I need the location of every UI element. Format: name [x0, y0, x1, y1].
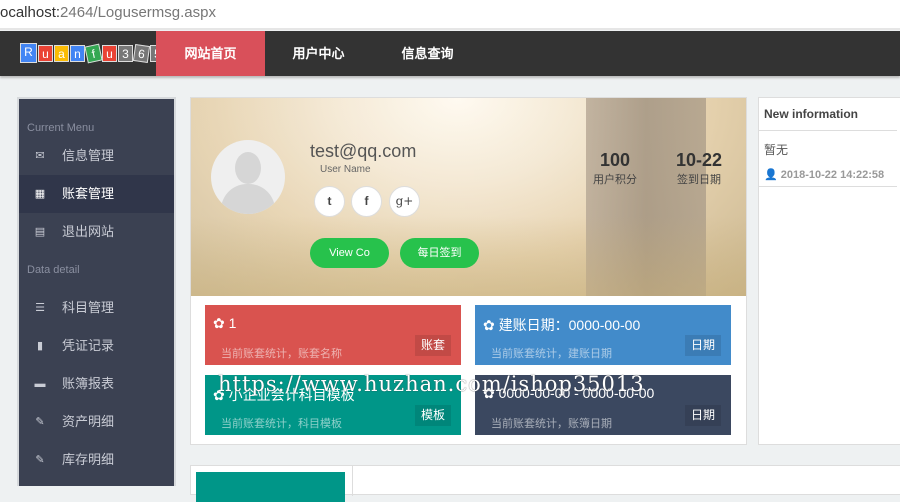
card-desc: 当前账套统计，建账日期	[491, 348, 612, 360]
briefcase-icon: ▬	[34, 378, 46, 390]
sidebar-item-logout[interactable]: ▤ 退出网站	[19, 213, 174, 251]
sidebar-item-label: 信息管理	[62, 148, 115, 163]
sidebar-section-title: Data detail	[27, 264, 80, 276]
sidebar: Current Menu ✉ 信息管理 ▦ 账套管理 ▤ 退出网站 Data deta…	[17, 97, 176, 486]
gear-icon: ✿	[483, 385, 499, 401]
facebook-icon[interactable]: f	[351, 186, 382, 217]
sidebar-item-inventory[interactable]: ✎ 库存明细	[19, 441, 174, 479]
stat-label: 用户积分	[593, 174, 637, 186]
daily-signin-button[interactable]: 每日签到	[400, 238, 479, 268]
avatar	[211, 140, 285, 214]
nav-tab-user-center[interactable]: 用户中心	[264, 31, 373, 76]
card-account-name[interactable]: ✿ 1 当前账套统计，账套名称 账套	[205, 305, 461, 365]
edit-icon: ✎	[35, 416, 45, 428]
url-path: 2464/Logusermsg.aspx	[60, 4, 216, 21]
logo-letter: u	[38, 44, 53, 62]
file-icon: ▮	[36, 340, 44, 352]
sidebar-item-vouchers[interactable]: ▮ 凭证记录	[19, 327, 174, 365]
logo-letter: 6	[132, 43, 151, 63]
card-badge: 日期	[684, 335, 721, 356]
card-create-date[interactable]: ✿ 建账日期：0000-00-00 当前账套统计，建账日期 日期	[475, 305, 731, 365]
card-title: 1	[228, 315, 237, 331]
logo-letter: a	[54, 44, 69, 62]
url-host: ocalhost:	[0, 4, 61, 21]
signin-date: 10-22 签到日期	[669, 150, 729, 187]
logo-letter: R	[20, 43, 37, 63]
user-icon: 👤	[764, 169, 781, 181]
nav-tab-home[interactable]: 网站首页	[156, 31, 265, 76]
sidebar-item-label: 科目管理	[62, 300, 115, 315]
edit-icon: ✎	[35, 454, 45, 466]
news-title: New information	[759, 98, 897, 131]
news-datetime: 2018-10-22 14:22:58	[780, 169, 885, 181]
list-icon: ☰	[35, 302, 45, 314]
sidebar-item-label: 账簿报表	[62, 376, 115, 391]
news-text: 暂无	[764, 143, 789, 157]
nav-tab-info-query[interactable]: 信息查询	[373, 31, 482, 76]
logo-letter: f	[84, 43, 103, 63]
sidebar-item-assets[interactable]: ✎ 资产明细	[19, 403, 174, 441]
user-points: 100 用户积分	[585, 150, 645, 187]
view-button[interactable]: View Co	[310, 238, 389, 268]
news-date: 👤 2018-10-22 14:22:58	[759, 158, 897, 187]
logo[interactable]: R u a n f u 3 6 5	[20, 37, 166, 69]
top-navbar: R u a n f u 3 6 5 网站首页 用户中心 信息查询	[0, 31, 900, 76]
twitter-icon[interactable]: t	[314, 186, 345, 217]
card-ledger-date[interactable]: ✿ 0000-00-00 - 0000-00-00 当前账套统计，账簿日期 日期	[475, 375, 731, 435]
stat-value: 100	[599, 150, 631, 170]
card-badge: 日期	[684, 405, 721, 426]
card-desc: 当前账套统计，科目模板	[221, 418, 342, 430]
sidebar-item-label: 资产明细	[62, 414, 115, 429]
sidebar-item-label: 库存明细	[62, 452, 115, 467]
logo-letter: 3	[118, 44, 133, 62]
calendar-icon: ▤	[34, 226, 46, 238]
sidebar-item-label: 凭证记录	[62, 338, 115, 353]
sidebar-item-label: 账套管理	[62, 186, 115, 201]
logo-letter: u	[102, 44, 117, 62]
card-badge: 模板	[414, 405, 451, 426]
sidebar-item-subjects[interactable]: ☰ 科目管理	[19, 289, 174, 327]
sidebar-item-info[interactable]: ✉ 信息管理	[19, 137, 174, 175]
card-title: 建账日期：0000-00-00	[498, 317, 641, 333]
sidebar-item-ledger[interactable]: ▬ 账簿报表	[19, 365, 174, 403]
stat-value: 10-22	[675, 150, 723, 170]
card-desc: 当前账套统计，账套名称	[221, 348, 342, 360]
sidebar-item-accounts[interactable]: ▦ 账套管理	[19, 175, 174, 213]
sidebar-section-title: Current Menu	[27, 122, 95, 134]
bottom-panel	[190, 465, 900, 502]
user-name-label: User Name	[320, 164, 371, 175]
profile-banner: test@qq.com User Name t f g+ View Co 每日签…	[191, 98, 746, 296]
bottom-tab[interactable]	[196, 472, 345, 502]
card-subject-template[interactable]: ✿ 小企业会计科目模板当前账套统计，科目模板 模板	[205, 375, 461, 435]
gear-icon: ✿	[213, 387, 229, 403]
address-bar[interactable]: ocalhost:2464/Logusermsg.aspx	[0, 0, 900, 30]
gear-icon: ✿	[213, 315, 229, 331]
card-badge: 账套	[414, 335, 451, 356]
news-panel: New information 暂无 👤 2018-10-22 14:22:58	[758, 97, 900, 445]
logo-letter: n	[70, 44, 85, 62]
gear-icon: ✿	[483, 317, 499, 333]
card-desc: 当前账套统计，账簿日期	[491, 418, 612, 430]
google-plus-icon[interactable]: g+	[389, 186, 420, 217]
card-title: 小企业会计科目模板	[228, 387, 355, 403]
envelope-icon: ✉	[35, 150, 45, 162]
card-title: 0000-00-00 - 0000-00-00	[498, 385, 655, 401]
sidebar-item-label: 退出网站	[62, 224, 115, 239]
stat-label: 签到日期	[677, 174, 721, 186]
user-email: test@qq.com	[310, 141, 417, 161]
grid-icon: ▦	[34, 188, 46, 200]
